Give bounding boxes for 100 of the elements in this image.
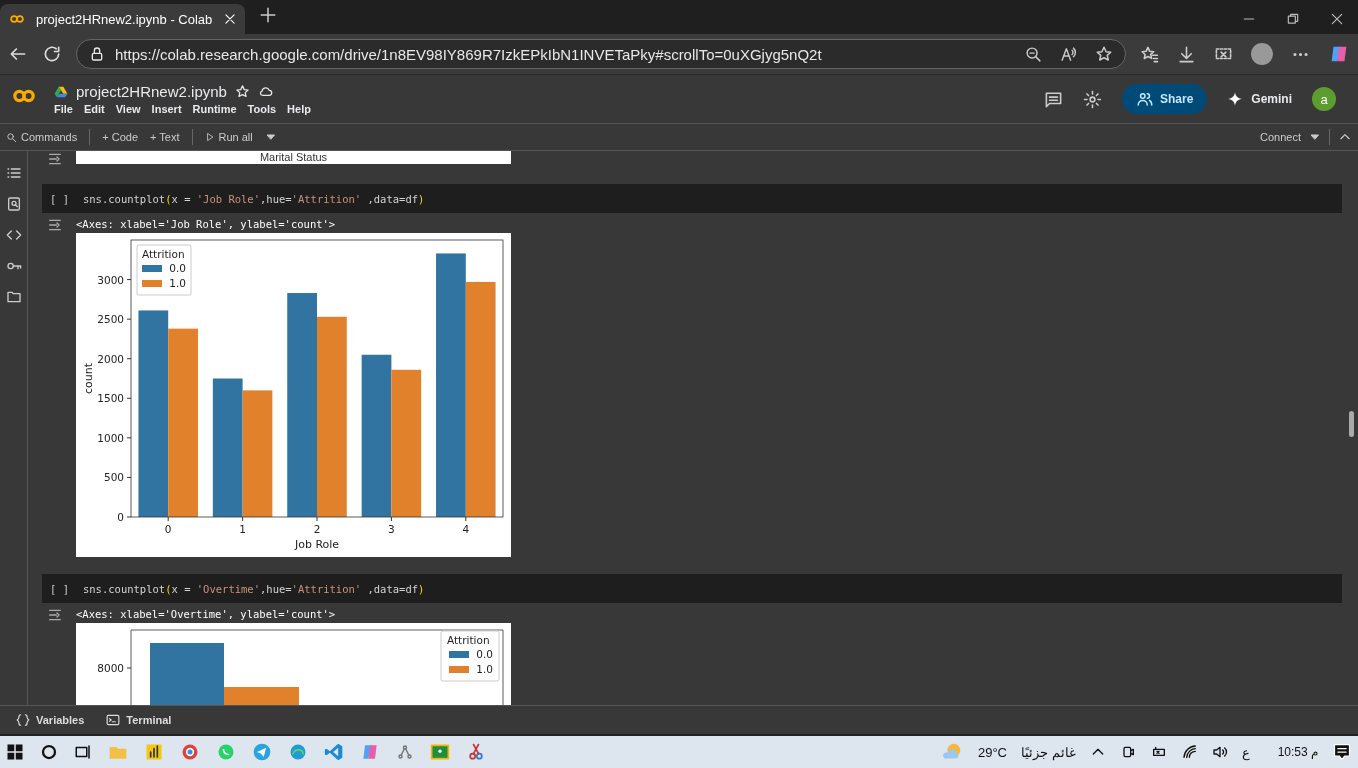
run-cell-button[interactable]: [ ] <box>50 582 69 595</box>
read-aloud-icon[interactable] <box>1060 45 1077 63</box>
menu-item[interactable]: Edit <box>83 103 105 115</box>
x-tick: 1 <box>239 516 246 535</box>
chart-legend: Attrition 0.0 1.0 <box>440 630 500 682</box>
network-nodes-icon[interactable] <box>396 743 414 761</box>
people-icon <box>1135 90 1154 108</box>
favorites-icon[interactable] <box>1140 44 1159 64</box>
classroom-icon[interactable] <box>430 742 450 762</box>
notification-icon[interactable] <box>1332 742 1352 762</box>
x-tick-label: 3 <box>388 523 395 535</box>
gemini-button[interactable]: Gemini <box>1227 91 1292 107</box>
chart-legend <box>136 244 192 296</box>
temperature: 29°C <box>977 744 1007 760</box>
add-text-button[interactable]: + Text <box>150 131 180 143</box>
legend-label: 1.0 <box>169 277 186 289</box>
connect-button[interactable]: Connect <box>1260 131 1301 143</box>
y-tick-label: 2500 <box>97 313 124 326</box>
download-icon[interactable] <box>1177 44 1196 64</box>
search-icon[interactable] <box>40 743 58 761</box>
paper-plane-icon[interactable] <box>252 742 272 762</box>
add-code-button[interactable]: + Code <box>102 131 139 143</box>
code-cell[interactable]: [ ] sns.countplot(x = 'Job Role',hue='Attrition' ,data=df) <box>42 184 1342 213</box>
star-icon[interactable] <box>234 84 250 99</box>
drive-icon <box>54 84 68 99</box>
language-indicator[interactable]: ع <box>1241 744 1250 760</box>
run-all-button[interactable]: Run all <box>204 131 253 143</box>
code-line: sns.countplot(x = 'Job Role',hue='Attrition' ,data=df) <box>82 192 425 205</box>
x-tick: 2 <box>313 516 321 535</box>
menu-item[interactable]: Tools <box>247 103 277 115</box>
code-editor-icon[interactable] <box>324 742 344 762</box>
scissors-icon[interactable] <box>466 742 486 762</box>
search-icon <box>6 131 17 143</box>
y-tick: 3000 <box>97 273 132 286</box>
chart-app-icon[interactable] <box>144 742 164 762</box>
zoom-out-icon[interactable] <box>1025 45 1042 63</box>
folder-icon[interactable] <box>5 289 22 305</box>
browser-tab[interactable]: project2HRnew2.ipynb - Colab <box>0 4 245 34</box>
restore-icon[interactable] <box>1286 12 1300 26</box>
comment-icon[interactable] <box>1043 89 1063 109</box>
task-view-icon[interactable] <box>74 743 92 761</box>
new-tab-icon[interactable] <box>259 6 277 24</box>
find-icon[interactable] <box>5 196 22 212</box>
output-toggle-icon[interactable] <box>47 217 63 233</box>
terminal-button[interactable]: Terminal <box>106 713 172 727</box>
variables-button[interactable]: Variables <box>16 713 85 727</box>
wifi-icon[interactable] <box>1181 744 1198 760</box>
play-icon <box>204 132 215 142</box>
y-tick: 0 <box>117 511 132 523</box>
menu-item[interactable]: Runtime <box>192 103 237 115</box>
cloud-icon[interactable] <box>257 84 273 99</box>
profile-avatar[interactable] <box>1251 43 1273 65</box>
y-tick: 8000 <box>97 662 132 674</box>
y-tick-label: 0 <box>117 511 124 523</box>
browser-icon[interactable] <box>180 742 200 762</box>
copilot-icon[interactable] <box>360 742 380 762</box>
terminal-icon <box>106 713 121 727</box>
colab-logo-icon <box>8 12 26 26</box>
x-tick-label: 2 <box>313 523 321 535</box>
menu-item[interactable]: Insert <box>151 103 182 115</box>
code-line: sns.countplot(x = 'Overtime',hue='Attrition' ,data=df) <box>82 582 425 595</box>
y-tick: 2500 <box>97 313 132 326</box>
x-tick: 3 <box>388 516 395 535</box>
run-cell-button[interactable]: [ ] <box>50 192 69 205</box>
settings-icon[interactable] <box>1082 89 1102 109</box>
code-icon[interactable] <box>5 227 22 243</box>
windows-start-icon[interactable] <box>6 743 24 761</box>
x-tick-label: 1 <box>239 523 246 535</box>
y-axis-label: count <box>82 363 95 394</box>
output-toggle-icon[interactable] <box>47 607 63 623</box>
y-tick: 500 <box>103 471 132 484</box>
scrollbar-thumb[interactable] <box>1349 411 1354 437</box>
menu-item[interactable]: View <box>115 103 141 115</box>
star-icon[interactable] <box>1095 45 1113 63</box>
share-button[interactable]: Share <box>1121 84 1208 114</box>
commands-button[interactable]: Commands <box>6 131 78 143</box>
y-tick-label: 3000 <box>97 273 124 286</box>
x-tick: 4 <box>462 516 470 535</box>
output-toggle-icon[interactable] <box>47 151 63 167</box>
x-tick-label: 4 <box>462 523 470 535</box>
clock[interactable]: 10:53 م <box>1277 745 1318 759</box>
weather-text: غائم جزئيًا <box>1021 744 1076 760</box>
speaker-icon[interactable] <box>1211 744 1228 760</box>
x-tick: 0 <box>164 516 172 535</box>
output-text: <Axes: xlabel='Overtime', ylabel='count'> <box>76 608 336 620</box>
x-axis-label: Job Role <box>294 538 340 551</box>
address-bar[interactable]: https://colab.research.google.com/drive/1n8EV98IY869R7IzkEPkIbN1INVETaPky#scrollTo=0uXGjyg5nQ2t <box>76 39 1126 69</box>
code-cell[interactable]: [ ] sns.countplot(x = 'Overtime',hue='Attrition' ,data=df) <box>42 574 1342 603</box>
toc-icon[interactable] <box>5 165 22 181</box>
chart-title: Attrition <box>142 248 185 260</box>
refresh-icon[interactable] <box>42 44 62 64</box>
close-icon[interactable] <box>1330 12 1344 26</box>
lock-icon <box>89 46 105 62</box>
menu-item[interactable]: Help <box>287 103 311 115</box>
notebook-title[interactable]: project2HRnew2.ipynb <box>76 83 227 100</box>
y-tick: 2000 <box>97 352 132 365</box>
menu-item[interactable]: File <box>54 103 73 115</box>
legend-label: 0.0 <box>169 262 186 274</box>
y-tick-label: 1000 <box>97 431 124 444</box>
close-icon[interactable] <box>223 12 237 26</box>
